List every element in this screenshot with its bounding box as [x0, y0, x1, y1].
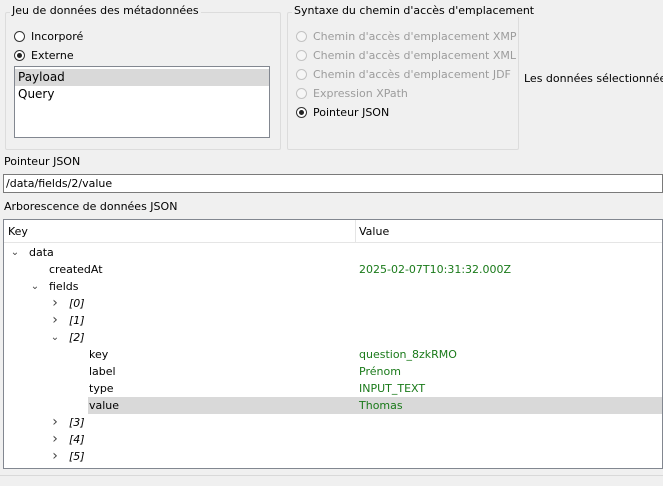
chevron-right-icon[interactable]: › [49, 465, 61, 468]
list-item-payload[interactable]: Payload [15, 69, 269, 86]
tree-row[interactable]: value Thomas [4, 397, 662, 414]
tree-row[interactable]: › [4] [4, 431, 662, 448]
tree-key: [1] [69, 314, 85, 327]
tree-row[interactable]: type INPUT_TEXT [4, 380, 662, 397]
chevron-down-icon[interactable]: ⌄ [29, 278, 41, 295]
list-item-query[interactable]: Query [15, 86, 269, 103]
radio-json-pointer-label: Pointeur JSON [313, 105, 390, 119]
tree-key: [0] [69, 297, 85, 310]
tree-row[interactable]: label Prénom [4, 363, 662, 380]
json-data-tree[interactable]: Key Value ⌄ data createdAt 2025-02-07T10:31… [3, 219, 663, 469]
tree-key: data [29, 246, 54, 259]
bottom-scrollbar-area [0, 475, 663, 486]
radio-circle[interactable] [296, 49, 307, 61]
radio-externe[interactable]: Externe [14, 47, 74, 63]
tree-key: value [89, 399, 120, 412]
tree-row[interactable]: ⌄ fields [4, 278, 662, 295]
tree-header: Key Value [4, 220, 662, 243]
radio-externe-label: Externe [31, 48, 74, 62]
chevron-down-icon[interactable]: ⌄ [49, 329, 61, 346]
tree-value: INPUT_TEXT [359, 382, 426, 395]
radio-jdf[interactable]: Chemin d'accès d'emplacement JDF [296, 66, 511, 82]
chevron-right-icon[interactable]: › [49, 448, 61, 465]
radio-circle[interactable] [14, 49, 25, 61]
tree-value: question_8zkRMO [359, 348, 457, 361]
tree-row[interactable]: › [6] [4, 465, 662, 468]
json-tree-label: Arborescence de données JSON [4, 200, 178, 213]
radio-xpath[interactable]: Expression XPath [296, 85, 408, 101]
radio-xml-label: Chemin d'accès d'emplacement XML [313, 48, 517, 62]
column-divider[interactable] [355, 220, 356, 242]
radio-xml[interactable]: Chemin d'accès d'emplacement XML [296, 47, 516, 63]
tree-row[interactable]: › [0] [4, 295, 662, 312]
tree-key: createdAt [49, 263, 103, 276]
dataset-list[interactable]: Payload Query [14, 66, 270, 138]
radio-incorpore[interactable]: Incorporé [14, 28, 83, 44]
tree-key: label [89, 365, 116, 378]
radio-circle[interactable] [14, 30, 25, 42]
tree-row[interactable]: createdAt 2025-02-07T10:31:32.000Z [4, 261, 662, 278]
column-header-key[interactable]: Key [8, 225, 28, 238]
tree-value: 2025-02-07T10:31:32.000Z [359, 263, 512, 276]
radio-xmp[interactable]: Chemin d'accès d'emplacement XMP [296, 28, 517, 44]
tree-key: fields [49, 280, 79, 293]
chevron-down-icon[interactable]: ⌄ [9, 244, 21, 261]
radio-circle[interactable] [296, 68, 307, 80]
column-header-value[interactable]: Value [359, 225, 389, 238]
radio-circle[interactable] [296, 106, 307, 118]
chevron-right-icon[interactable]: › [49, 312, 61, 329]
radio-json-pointer[interactable]: Pointeur JSON [296, 104, 389, 120]
selected-data-label: Les données sélectionnées pa [524, 72, 663, 85]
tree-key: [4] [69, 433, 85, 446]
radio-circle[interactable] [296, 87, 307, 99]
radio-jdf-label: Chemin d'accès d'emplacement JDF [313, 67, 511, 81]
tree-key: [2] [69, 331, 85, 344]
json-pointer-input[interactable] [3, 174, 663, 193]
radio-xpath-label: Expression XPath [313, 86, 408, 100]
chevron-right-icon[interactable]: › [49, 414, 61, 431]
tree-key: type [89, 382, 114, 395]
chevron-right-icon[interactable]: › [49, 295, 61, 312]
tree-key: [6] [69, 465, 85, 468]
metadata-dataset-title: Jeu de données des métadonnées [10, 4, 201, 17]
tree-row[interactable]: key question_8zkRMO [4, 346, 662, 363]
chevron-right-icon[interactable]: › [49, 431, 61, 448]
radio-xmp-label: Chemin d'accès d'emplacement XMP [313, 29, 517, 43]
tree-row[interactable]: › [1] [4, 312, 662, 329]
tree-key: [3] [69, 416, 85, 429]
tree-value: Thomas [359, 399, 403, 412]
json-pointer-label: Pointeur JSON [4, 155, 81, 168]
tree-row[interactable]: › [3] [4, 414, 662, 431]
tree-row[interactable]: ⌄ [2] [4, 329, 662, 346]
path-syntax-title: Syntaxe du chemin d'accès d'emplacement [292, 4, 537, 17]
tree-value: Prénom [359, 365, 401, 378]
radio-circle[interactable] [296, 30, 307, 42]
tree-row[interactable]: › [5] [4, 448, 662, 465]
tree-key: key [89, 348, 109, 361]
radio-incorpore-label: Incorporé [31, 29, 84, 43]
tree-row[interactable]: ⌄ data [4, 244, 662, 261]
tree-key: [5] [69, 450, 85, 463]
